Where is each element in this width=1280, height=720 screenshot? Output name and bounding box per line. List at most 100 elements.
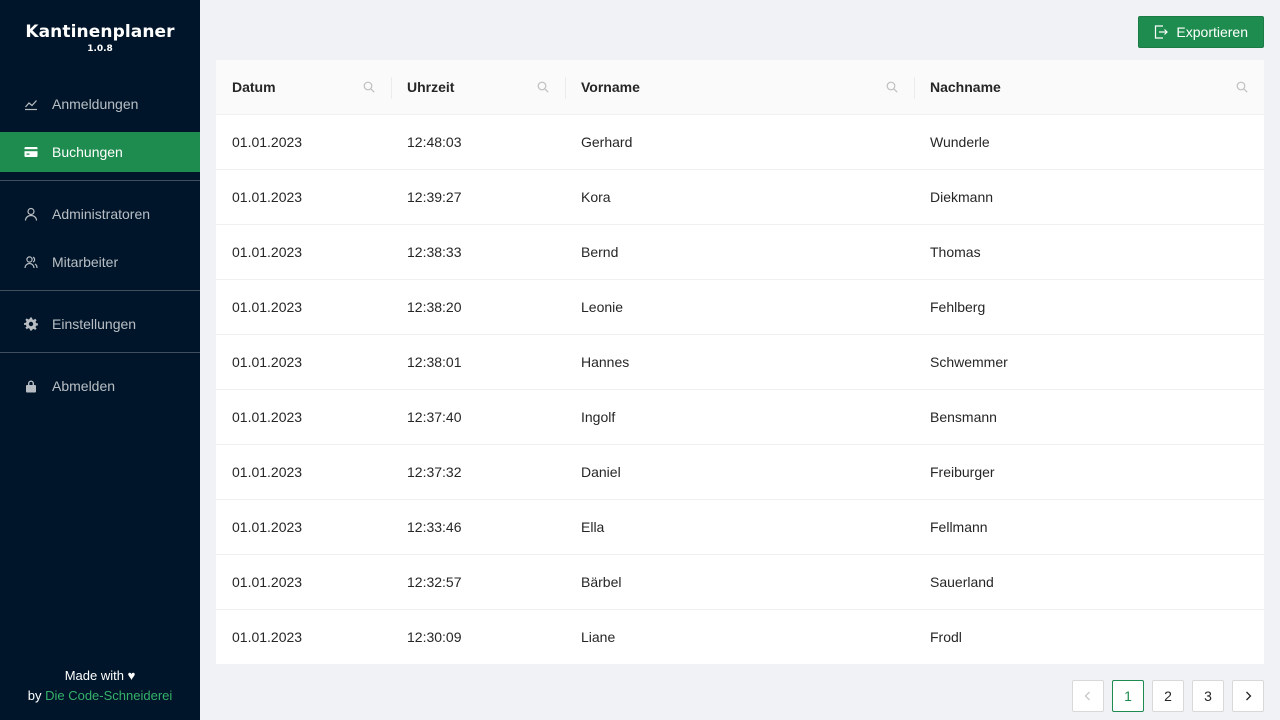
cell-datum: 01.01.2023 [216, 444, 391, 500]
cell-vorname: Ingolf [565, 389, 914, 445]
sidebar-item-label: Einstellungen [52, 316, 137, 332]
cell-nachname: Fehlberg [914, 279, 1264, 335]
gear-icon [24, 317, 38, 331]
made-with-text: Made with [64, 668, 124, 683]
next-page-button[interactable] [1232, 680, 1264, 712]
cell-uhrzeit: 12:32:57 [391, 554, 565, 610]
page-button-1[interactable]: 1 [1112, 680, 1144, 712]
cell-nachname: Wunderle [914, 114, 1264, 170]
table-row[interactable]: 01.01.2023 12:37:32 Daniel Freiburger [216, 444, 1264, 500]
cell-vorname: Kora [565, 169, 914, 225]
sidebar-item-anmeldungen[interactable]: Anmeldungen [0, 84, 200, 124]
column-header-uhrzeit: Uhrzeit [391, 60, 565, 115]
cell-vorname: Leonie [565, 279, 914, 335]
sidebar-item-administratoren[interactable]: Administratoren [0, 194, 200, 234]
menu-divider [0, 352, 200, 353]
sidebar-menu: Anmeldungen Buchungen Administratoren Mi… [0, 84, 200, 414]
table-row[interactable]: 01.01.2023 12:38:20 Leonie Fehlberg [216, 279, 1264, 335]
column-header-nachname: Nachname [914, 60, 1264, 115]
table-row[interactable]: 01.01.2023 12:38:33 Bernd Thomas [216, 224, 1264, 280]
cell-nachname: Frodl [930, 628, 962, 645]
cell-vorname: Gerhard [565, 114, 914, 170]
company-link[interactable]: Die Code-Schneiderei [45, 688, 172, 703]
sidebar-item-buchungen[interactable]: Buchungen [0, 132, 200, 172]
search-icon[interactable] [886, 81, 898, 93]
table-row[interactable]: 01.01.2023 12:37:40 Ingolf Bensmann [216, 389, 1264, 445]
table-row[interactable]: 01.01.2023 12:38:01 Hannes Schwemmer [216, 334, 1264, 390]
cell-uhrzeit: 12:38:01 [391, 334, 565, 390]
cell-uhrzeit: 12:48:03 [391, 114, 565, 170]
lock-icon [24, 379, 38, 393]
table-row[interactable]: 01.01.2023 12:32:57 Bärbel Sauerland [216, 554, 1264, 610]
cell-vorname: Hannes [565, 334, 914, 390]
team-icon [24, 255, 38, 269]
chevron-left-icon [1084, 691, 1090, 701]
column-header-label: Uhrzeit [407, 78, 455, 95]
export-icon [1155, 25, 1169, 39]
table-row[interactable]: 01.01.2023 12:30:09 Liane Frodl [216, 609, 1264, 664]
cell-vorname: Ella [565, 499, 914, 555]
cell-nachname: Schwemmer [914, 334, 1264, 390]
table-row[interactable]: 01.01.2023 12:33:46 Ella Fellmann [216, 499, 1264, 555]
chevron-right-icon [1246, 691, 1252, 701]
search-icon[interactable] [1236, 81, 1248, 93]
previous-page-button[interactable] [1072, 680, 1104, 712]
cell-vorname: Daniel [565, 444, 914, 500]
cell-datum: 01.01.2023 [216, 169, 391, 225]
cell-nachname: Freiburger [914, 444, 1264, 500]
sidebar-item-label: Anmeldungen [52, 96, 139, 112]
brand: Kantinenplaner 1.0.8 [0, 22, 200, 54]
cell-datum: 01.01.2023 [216, 279, 391, 335]
search-icon[interactable] [537, 81, 549, 93]
cell-datum: 01.01.2023 [216, 224, 391, 280]
credit-card-icon [24, 145, 38, 159]
cell-nachname: Sauerland [914, 554, 1264, 610]
cell-datum: 01.01.2023 [232, 628, 303, 645]
cell-uhrzeit: 12:37:40 [391, 389, 565, 445]
column-header-datum: Datum [216, 60, 391, 115]
cell-datum: 01.01.2023 [216, 499, 391, 555]
sidebar: Kantinenplaner 1.0.8 Anmeldungen Buchung… [0, 0, 200, 720]
column-header-vorname: Vorname [565, 60, 914, 115]
cell-datum: 01.01.2023 [216, 554, 391, 610]
page-button-2[interactable]: 2 [1152, 680, 1184, 712]
heart-icon: ♥ [127, 668, 136, 683]
page-button-3[interactable]: 3 [1192, 680, 1224, 712]
cell-uhrzeit: 12:37:32 [391, 444, 565, 500]
export-button-label: Exportieren [1176, 24, 1248, 40]
sidebar-item-label: Mitarbeiter [52, 254, 119, 270]
sidebar-item-mitarbeiter[interactable]: Mitarbeiter [0, 242, 200, 282]
made-with-line: Made with ♥ [0, 666, 200, 686]
line-chart-icon [24, 97, 38, 111]
sidebar-item-einstellungen[interactable]: Einstellungen [0, 304, 200, 344]
cell-nachname: Thomas [914, 224, 1264, 280]
cell-vorname: Liane [581, 628, 616, 645]
user-icon [24, 207, 38, 221]
cell-vorname: Bärbel [565, 554, 914, 610]
sidebar-item-abmelden[interactable]: Abmelden [0, 366, 200, 406]
cell-nachname: Diekmann [914, 169, 1264, 225]
column-header-label: Nachname [930, 78, 1001, 95]
search-icon[interactable] [363, 81, 375, 93]
sidebar-item-label: Abmelden [52, 378, 116, 394]
column-header-label: Vorname [581, 78, 640, 95]
column-header-label: Datum [232, 78, 276, 95]
cell-datum: 01.01.2023 [216, 389, 391, 445]
cell-uhrzeit: 12:30:09 [407, 628, 462, 645]
by-text: by [27, 688, 42, 703]
export-button[interactable]: Exportieren [1138, 16, 1264, 48]
cell-uhrzeit: 12:33:46 [391, 499, 565, 555]
table-row[interactable]: 01.01.2023 12:39:27 Kora Diekmann [216, 169, 1264, 225]
sidebar-item-label: Buchungen [52, 144, 123, 160]
cell-vorname: Bernd [565, 224, 914, 280]
cell-nachname: Fellmann [914, 499, 1264, 555]
table-header-row: Datum Uhrzeit Vorname Nachname [216, 60, 1264, 115]
pagination: 1 2 3 [1072, 680, 1264, 712]
cell-datum: 01.01.2023 [216, 114, 391, 170]
cell-nachname: Bensmann [914, 389, 1264, 445]
sidebar-footer: Made with ♥ by Die Code-Schneiderei [0, 666, 200, 706]
table-row[interactable]: 01.01.2023 12:48:03 Gerhard Wunderle [216, 114, 1264, 170]
cell-datum: 01.01.2023 [216, 334, 391, 390]
cell-uhrzeit: 12:38:20 [391, 279, 565, 335]
menu-divider [0, 180, 200, 181]
